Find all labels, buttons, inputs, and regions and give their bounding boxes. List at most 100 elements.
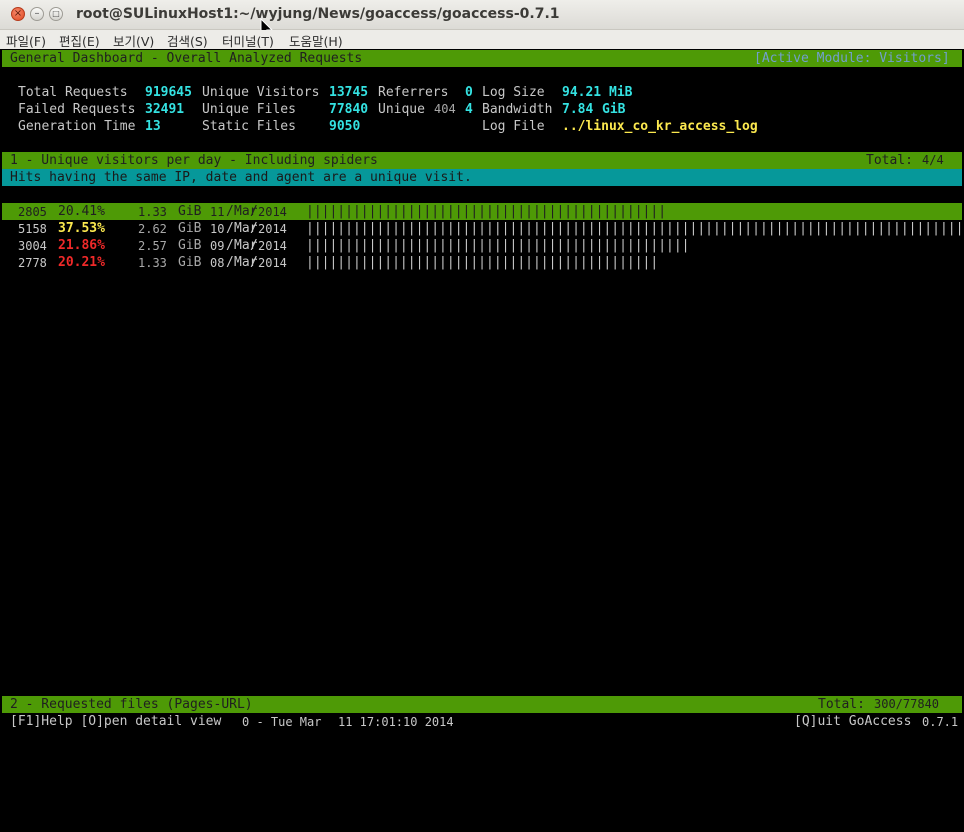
visitor-bandwidth-unit: GiB — [178, 238, 202, 253]
visitor-date-year: 2014 — [258, 222, 287, 236]
visitor-percent: 21.86% — [58, 238, 105, 253]
visitor-date-year: 2014 — [258, 239, 287, 253]
unique-files-label: Unique Files — [202, 102, 296, 117]
module-1-description: Hits having the same IP, date and agent … — [2, 169, 962, 186]
unique-visitors-value: 13745 — [329, 85, 369, 100]
menu-file[interactable]: 파일(F) — [6, 31, 46, 50]
window-title: root@SULinuxHost1:~/wyjung/News/goaccess… — [76, 6, 560, 22]
dashboard-title: General Dashboard - Overall Analyzed Req… — [10, 51, 363, 66]
unique-404-code: 404 — [434, 102, 456, 116]
unique-visitors-label: Unique Visitors — [202, 85, 320, 100]
date-separator: / — [226, 221, 234, 236]
menu-edit[interactable]: 편집(E) — [59, 31, 100, 50]
generation-time-value: 13 — [145, 119, 161, 134]
visitor-date-day: 11 — [210, 205, 225, 219]
version-label: 0.7.1 — [922, 715, 959, 729]
quit-hint[interactable]: [Q]uit GoAccess — [794, 713, 911, 730]
log-size-unit: MiB — [609, 85, 633, 100]
visitor-hit-bar: ||||||||||||||||||||||||||||||||||||||||… — [306, 238, 688, 253]
overview-row-3: Generation Time 13 Static Files 9050 Log… — [2, 118, 962, 135]
status-time-prefix: 0 - Tue Mar — [242, 715, 322, 729]
bandwidth-unit: GiB — [602, 102, 626, 117]
terminal-window: × – □ root@SULinuxHost1:~/wyjung/News/go… — [0, 0, 964, 732]
table-row[interactable]: 3004 21.86% 2.57 GiB 09 Mar 2014// ||||||||||||… — [2, 237, 962, 254]
log-size-value: 94.21 — [562, 85, 602, 100]
status-time: 11 17:01:10 2014 — [338, 715, 454, 729]
minimize-icon[interactable]: – — [30, 7, 44, 21]
visitor-hits: 3004 — [18, 239, 47, 253]
close-icon[interactable]: × — [11, 7, 25, 21]
terminal-content[interactable]: General Dashboard - Overall Analyzed Req… — [2, 49, 962, 732]
referrers-label: Referrers — [378, 85, 449, 100]
visitor-bandwidth-unit: GiB — [178, 204, 202, 219]
total-requests-value: 919645 — [145, 85, 192, 100]
visitor-hits: 2805 — [18, 205, 47, 219]
module-2-total: 300/77840 — [874, 697, 940, 711]
visitor-percent: 37.53% — [58, 221, 105, 236]
menu-view[interactable]: 보기(V) — [113, 31, 154, 50]
visitor-bandwidth-value: 1.33 — [138, 205, 167, 219]
static-files-value: 9050 — [329, 119, 361, 134]
referrers-value: 0 — [465, 85, 473, 100]
total-requests-label: Total Requests — [18, 85, 128, 100]
date-separator: / — [226, 238, 234, 253]
date-separator: / — [226, 255, 234, 270]
unique-files-value: 77840 — [329, 102, 369, 117]
maximize-icon[interactable]: □ — [49, 7, 63, 21]
static-files-label: Static Files — [202, 119, 296, 134]
generation-time-label: Generation Time — [18, 119, 136, 134]
visitor-date-year: 2014 — [258, 256, 287, 270]
module-2-title: 2 - Requested files (Pages-URL) — [10, 697, 253, 712]
module-1-total-label: Total: — [866, 153, 913, 168]
visitor-hit-bar: ||||||||||||||||||||||||||||||||||||||||… — [306, 221, 962, 236]
module-1-description-text: Hits having the same IP, date and agent … — [10, 170, 472, 185]
module-2-header[interactable]: 2 - Requested files (Pages-URL) Total: 3… — [2, 696, 962, 713]
visitor-bandwidth-value: 2.57 — [138, 239, 167, 253]
date-separator: / — [250, 255, 258, 270]
visitor-date-day: 10 — [210, 222, 225, 236]
log-size-label: Log Size — [482, 85, 545, 100]
help-hint[interactable]: [F1]Help [O]pen detail view — [10, 713, 221, 730]
visitor-bandwidth-unit: GiB — [178, 221, 202, 236]
log-file-label: Log File — [482, 119, 545, 134]
date-separator: / — [250, 221, 258, 236]
module-1-total: 4/4 — [922, 153, 944, 167]
active-module: [Active Module: Visitors] — [754, 51, 950, 66]
visitor-bandwidth-value: 1.33 — [138, 256, 167, 270]
log-file-value: ../linux_co_kr_access_log — [562, 119, 758, 134]
visitor-hit-bar: ||||||||||||||||||||||||||||||||||||||||… — [306, 204, 663, 219]
unique-404-label: Unique — [378, 102, 425, 117]
visitor-bandwidth-unit: GiB — [178, 255, 202, 270]
bandwidth-label: Bandwidth — [482, 102, 553, 117]
date-separator: / — [250, 238, 258, 253]
module-1-title: 1 - Unique visitors per day - Including … — [10, 153, 378, 168]
visitor-percent: 20.21% — [58, 255, 105, 270]
date-separator: / — [226, 204, 234, 219]
visitor-hits: 2778 — [18, 256, 47, 270]
table-row[interactable]: 5158 37.53% 2.62 GiB 10 Mar 2014// ||||||||||||… — [2, 220, 962, 237]
visitor-percent: 20.41% — [58, 204, 105, 219]
date-separator: / — [250, 204, 258, 219]
overview-row-1: Total Requests 919645 Unique Visitors 13… — [2, 84, 962, 101]
title-bar[interactable]: × – □ root@SULinuxHost1:~/wyjung/News/go… — [0, 0, 964, 39]
status-line: [F1]Help [O]pen detail view 0 - Tue Mar … — [2, 713, 962, 730]
dashboard-header: General Dashboard - Overall Analyzed Req… — [2, 50, 962, 67]
visitor-bandwidth-value: 2.62 — [138, 222, 167, 236]
visitor-date-day: 09 — [210, 239, 225, 253]
module-1-header[interactable]: 1 - Unique visitors per day - Including … — [2, 152, 962, 169]
bandwidth-value: 7.84 — [562, 102, 594, 117]
visitor-date-year: 2014 — [258, 205, 287, 219]
failed-requests-label: Failed Requests — [18, 102, 136, 117]
menu-bar: 파일(F) 편집(E) 보기(V) 검색(S) 터미널(T) 도움말(H) — [0, 30, 964, 49]
menu-search[interactable]: 검색(S) — [167, 31, 208, 50]
visitor-hit-bar: ||||||||||||||||||||||||||||||||||||||||… — [306, 255, 660, 270]
overview-row-2: Failed Requests 32491 Unique Files 77840… — [2, 101, 962, 118]
visitor-hits: 5158 — [18, 222, 47, 236]
menu-help[interactable]: 도움말(H) — [289, 31, 343, 50]
failed-requests-value: 32491 — [145, 102, 185, 117]
unique-404-value: 4 — [465, 102, 473, 117]
table-row[interactable]: 2778 20.21% 1.33 GiB 08 Mar 2014// ||||||||||||… — [2, 254, 962, 271]
menu-terminal[interactable]: 터미널(T) — [222, 31, 274, 50]
table-row[interactable]: 2805 20.41% 1.33 GiB 11 Mar 2014// ||||||||||||… — [2, 203, 962, 220]
module-2-total-label: Total: — [818, 697, 865, 712]
